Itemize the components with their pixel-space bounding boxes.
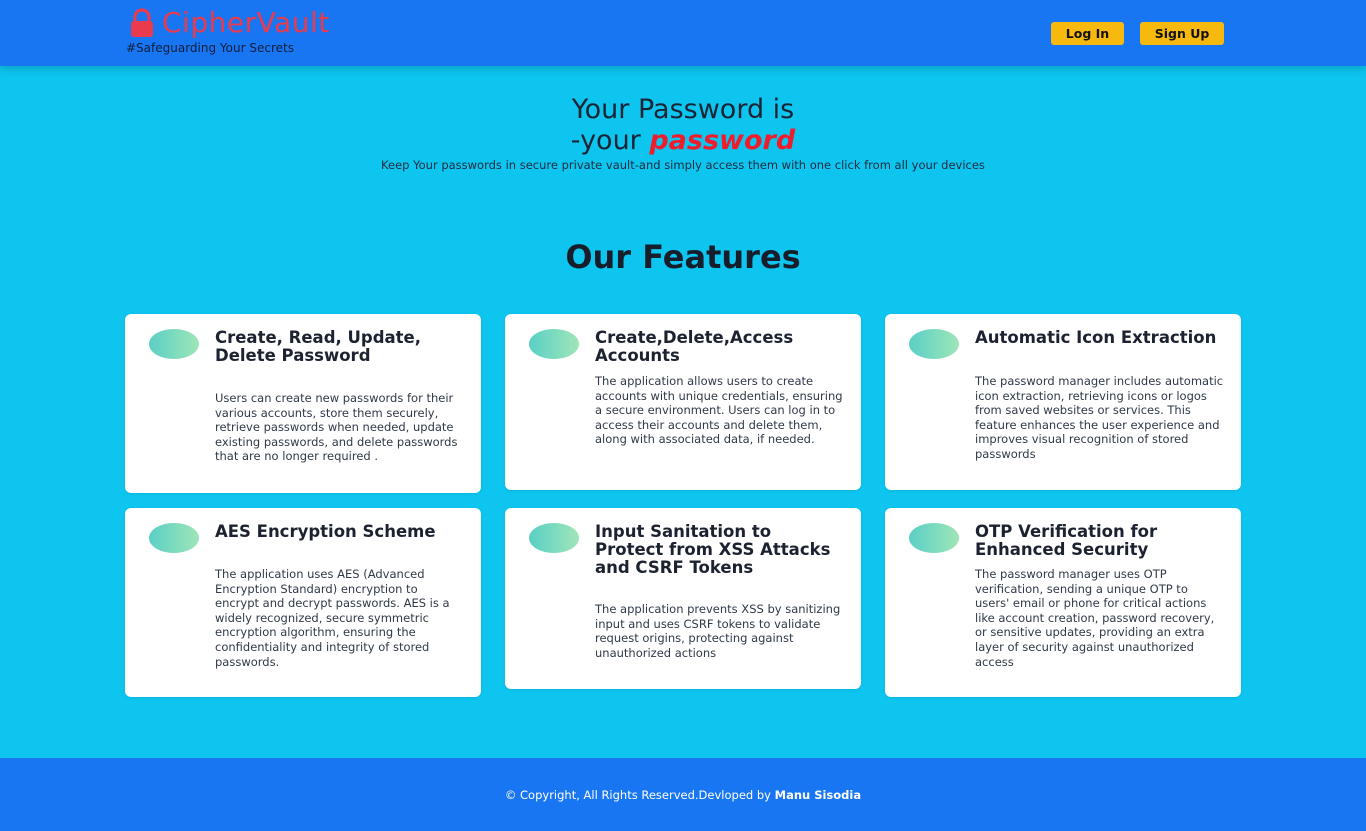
feature-text: The password manager uses OTP verificati…	[975, 567, 1215, 669]
feature-card-sanitation: Input Sanitation to Protect from XSS Att…	[505, 508, 861, 689]
feature-card-accounts: Create,Delete,Access Accounts The applic…	[505, 314, 861, 490]
footer-copyright: © Copyright, All Rights Reserved.Devlope…	[0, 788, 1366, 802]
brand-tagline: #Safeguarding Your Secrets	[126, 41, 294, 55]
feature-icon	[149, 523, 199, 553]
footer: © Copyright, All Rights Reserved.Devlope…	[0, 758, 1366, 831]
feature-card-icon-extraction: Automatic Icon Extraction The password m…	[885, 314, 1241, 490]
feature-card-otp: OTP Verification for Enhanced Security T…	[885, 508, 1241, 697]
feature-icon	[909, 329, 959, 359]
hero-title: Your Password is -your password	[0, 94, 1366, 156]
lock-icon	[128, 8, 156, 38]
hero-title-prefix: -your	[570, 125, 650, 156]
hero-title-line2: -your password	[0, 125, 1366, 156]
feature-title: Create, Read, Update, Delete Password	[215, 328, 422, 365]
feature-icon	[529, 329, 579, 359]
feature-text: Users can create new passwords for their…	[215, 391, 458, 464]
footer-author: Manu Sisodia	[774, 788, 862, 802]
feature-title: Automatic Icon Extraction	[975, 328, 1217, 347]
hero-title-line1: Your Password is	[571, 94, 795, 125]
feature-card-aes: AES Encryption Scheme The application us…	[125, 508, 481, 697]
hero-title-emphasis: password	[649, 125, 796, 156]
feature-icon	[529, 523, 579, 553]
feature-icon	[149, 329, 199, 359]
login-button[interactable]: Log In	[1051, 22, 1124, 45]
feature-card-crud: Create, Read, Update, Delete Password Us…	[125, 314, 481, 493]
hero-subtitle: Keep Your passwords in secure private va…	[381, 158, 985, 172]
feature-title: AES Encryption Scheme	[215, 522, 436, 541]
footer-copyright-text: © Copyright, All Rights Reserved.Devlope…	[504, 788, 775, 802]
feature-title: Input Sanitation to Protect from XSS Att…	[595, 522, 831, 577]
features-heading: Our Features	[565, 238, 801, 276]
brand-logo[interactable]: CipherVault	[128, 8, 330, 38]
signup-button[interactable]: Sign Up	[1140, 22, 1224, 45]
brand-name: CipherVault	[162, 6, 330, 39]
feature-text: The application prevents XSS by sanitizi…	[595, 602, 841, 660]
feature-icon	[909, 523, 959, 553]
feature-text: The application allows users to create a…	[595, 374, 843, 447]
feature-text: The application uses AES (Advanced Encry…	[215, 567, 450, 669]
feature-text: The password manager includes automatic …	[975, 374, 1224, 461]
top-navbar: CipherVault #Safeguarding Your Secrets L…	[0, 0, 1366, 66]
feature-title: Create,Delete,Access Accounts	[595, 328, 794, 365]
feature-title: OTP Verification for Enhanced Security	[975, 522, 1158, 559]
